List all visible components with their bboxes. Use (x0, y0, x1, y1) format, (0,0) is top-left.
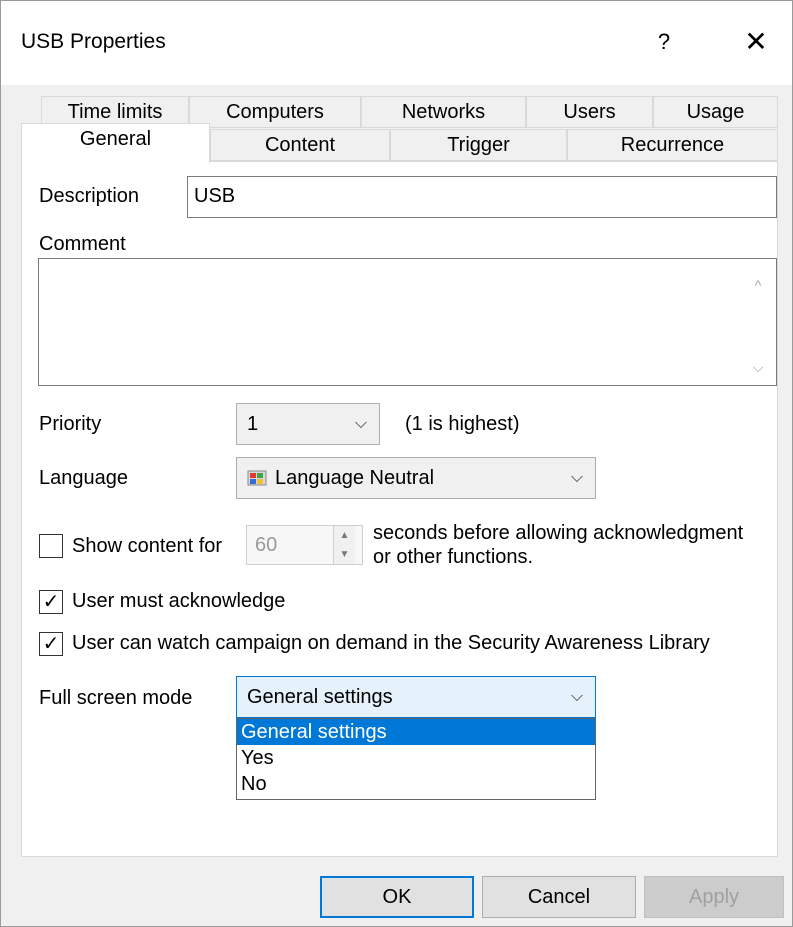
check-icon: ✓ (42, 633, 60, 655)
tab-general[interactable]: General (21, 123, 210, 163)
language-select[interactable]: Language Neutral ⌵ (236, 457, 596, 499)
tab-users[interactable]: Users (526, 96, 653, 128)
fullscreen-option-no[interactable]: No (237, 771, 595, 797)
spin-up-icon[interactable]: ▲ (334, 526, 355, 545)
watch-on-demand-label: User can watch campaign on demand in the… (72, 632, 710, 654)
ok-button[interactable]: OK (320, 876, 474, 918)
seconds-suffix-line2: or other functions. (373, 546, 534, 568)
tab-networks[interactable]: Networks (361, 96, 526, 128)
must-acknowledge-checkbox[interactable]: ✓ (39, 590, 63, 614)
fullscreen-option-yes[interactable]: Yes (237, 745, 595, 771)
scroll-down-icon[interactable]: ⌵ (750, 359, 766, 375)
show-content-label: Show content for (72, 535, 223, 557)
title-bar: USB Properties ? ✕ (1, 1, 792, 85)
must-acknowledge-label: User must acknowledge (72, 590, 286, 612)
cancel-button[interactable]: Cancel (482, 876, 636, 918)
chevron-down-icon: ⌵ (570, 688, 583, 705)
tab-usage[interactable]: Usage (653, 96, 778, 128)
seconds-suffix-line1: seconds before allowing acknowledgment (373, 522, 744, 544)
chevron-down-icon: ⌵ (354, 415, 367, 432)
tab-computers[interactable]: Computers (189, 96, 361, 128)
watch-on-demand-checkbox[interactable]: ✓ (39, 632, 63, 656)
language-value: Language Neutral (275, 467, 435, 489)
close-button[interactable]: ✕ (731, 19, 781, 65)
fullscreen-select[interactable]: General settings ⌵ (236, 676, 596, 718)
language-flag-icon (247, 470, 267, 486)
description-label: Description (39, 185, 140, 207)
priority-hint: (1 is highest) (405, 413, 520, 435)
scroll-up-icon[interactable]: ^ (750, 277, 766, 293)
window-title: USB Properties (21, 30, 166, 53)
fullscreen-value: General settings (247, 686, 393, 708)
apply-button[interactable]: Apply (644, 876, 784, 918)
fullscreen-option-general-settings[interactable]: General settings (237, 719, 595, 745)
check-icon: ✓ (42, 591, 60, 613)
tab-content[interactable]: Content (210, 129, 390, 161)
chevron-down-icon: ⌵ (570, 469, 583, 486)
properties-dialog: USB Properties ? ✕ Time limits Computers… (0, 0, 793, 927)
spin-down-icon[interactable]: ▼ (334, 545, 355, 564)
comment-label: Comment (39, 233, 126, 255)
priority-value: 1 (247, 413, 259, 435)
show-content-checkbox[interactable] (39, 534, 63, 558)
show-content-seconds-value: 60 (255, 534, 278, 556)
priority-label: Priority (39, 413, 102, 435)
seconds-spinner[interactable]: ▲ ▼ (333, 526, 355, 564)
tab-trigger[interactable]: Trigger (390, 129, 567, 161)
priority-select[interactable]: 1 ⌵ (236, 403, 380, 445)
help-button[interactable]: ? (641, 19, 687, 65)
description-input[interactable]: USB (187, 176, 777, 218)
comment-textarea[interactable]: ^ ⌵ (38, 258, 777, 386)
fullscreen-label: Full screen mode (39, 687, 193, 709)
tab-recurrence[interactable]: Recurrence (567, 129, 778, 161)
language-label: Language (39, 467, 128, 489)
fullscreen-dropdown-list: General settings Yes No (236, 718, 596, 800)
